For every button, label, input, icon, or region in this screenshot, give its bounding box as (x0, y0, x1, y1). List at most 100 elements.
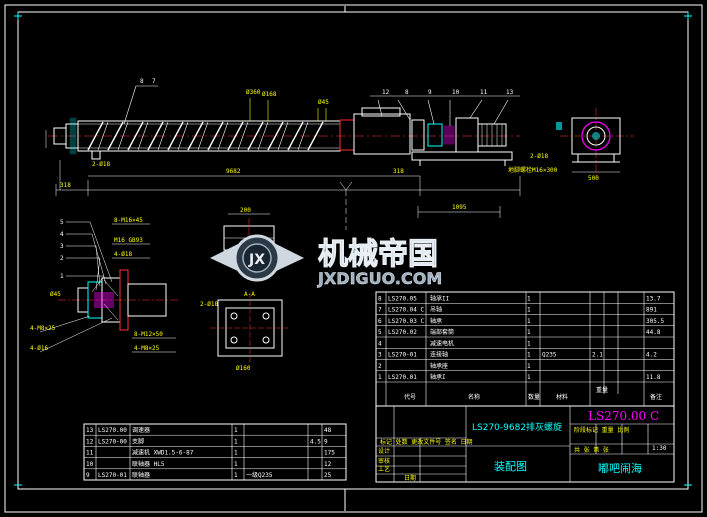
svg-text:4-M8×25: 4-M8×25 (30, 325, 56, 332)
bom-header-remark: 备注 (650, 393, 662, 401)
bom-cell: 轴承I (430, 373, 446, 381)
screw-conveyor-main-view: Ø360 Ø168 Ø45 9682 318 318 1095 2-Ø18 地脚… (45, 78, 558, 230)
svg-text:Ø160: Ø160 (236, 365, 251, 372)
svg-text:Ø360: Ø360 (246, 89, 261, 96)
assembly-drawing: Ø360 Ø168 Ø45 9682 318 318 1095 2-Ø18 地脚… (4, 4, 703, 513)
balloon-11: 11 (480, 89, 488, 96)
parts-cell: 一级Q235 (246, 471, 273, 479)
bom-cell: Q235 (542, 352, 557, 359)
bom-header-code: 代号 (404, 393, 416, 401)
parts-cell: 25 (324, 472, 332, 479)
parts-cell: 联轴器 HL5 (132, 460, 165, 468)
bom-cell: 1 (527, 307, 531, 314)
bill-of-materials: 8 LS270.05 轴承II 1 13.7 7 LS270.04 C 吊轴 1 891 6 LS27… (375, 291, 675, 407)
svg-text:阶段标记 重量 比例: 阶段标记 重量 比例 (574, 426, 629, 434)
section-label-5: 5 (60, 219, 64, 226)
svg-text:Ø45: Ø45 (318, 99, 329, 106)
bom-header-weight: 重量 (596, 386, 608, 394)
svg-text:8-M16×45: 8-M16×45 (114, 217, 143, 224)
bom-cell: 305.5 (646, 318, 664, 325)
bom-cell: 2 (378, 363, 382, 370)
balloon-13: 13 (506, 89, 514, 96)
svg-text:Ø45: Ø45 (50, 291, 61, 298)
svg-text:审核: 审核 (378, 457, 390, 465)
parts-cell: 1 (234, 438, 238, 445)
bom-header-material: 材料 (556, 393, 568, 401)
bom-cell: 1 (527, 374, 531, 381)
svg-text:500: 500 (588, 175, 599, 182)
svg-text:地脚螺栓M16×300: 地脚螺栓M16×300 (508, 166, 558, 174)
balloon-9: 9 (428, 89, 432, 96)
bom-cell: 5 (378, 329, 382, 336)
balloon-8b: 8 (405, 89, 409, 96)
bom-cell: 44.8 (646, 329, 661, 336)
scale-value: 1:30 (652, 445, 667, 452)
svg-text:M16 GB93: M16 GB93 (114, 237, 143, 244)
bom-cell: LS270.01 (388, 374, 417, 381)
drawing-number: LS270.00 C (588, 409, 659, 423)
section-label-2: 2 (60, 255, 64, 262)
svg-text:9682: 9682 (226, 168, 241, 175)
parts-cell: 10 (86, 461, 94, 468)
balloon-10: 10 (452, 89, 460, 96)
bom-cell: 减速电机 (430, 339, 454, 347)
bom-cell: 1 (527, 352, 531, 359)
parts-cell: 减速机 XWD1.5-6-87 (132, 449, 194, 457)
balloon-7: 7 (152, 78, 156, 85)
bom-cell: 8 (378, 295, 382, 302)
bom-cell: 891 (646, 307, 657, 314)
parts-cell: 1 (234, 461, 238, 468)
svg-text:标记 处数 更改文件号 签名 日期: 标记 处数 更改文件号 签名 日期 (380, 438, 472, 446)
bom-cell: LS270.04 C (388, 307, 425, 314)
drawing-title: LS270-9682排灰螺旋 (472, 421, 562, 433)
svg-text:4-Ø16: 4-Ø16 (30, 345, 48, 352)
bom-cell: 1 (378, 374, 382, 381)
svg-text:共 张 第 张: 共 张 第 张 (574, 446, 609, 454)
bom-cell: LS270.05 (388, 295, 417, 302)
bom-cell: 13.7 (646, 295, 661, 302)
svg-text:318: 318 (60, 182, 71, 189)
bom-cell: 1 (527, 363, 531, 370)
end-view: 500 (556, 108, 634, 182)
parts-cell: LS270-01 (98, 472, 127, 479)
svg-text:A-A: A-A (244, 291, 255, 298)
bom-cell: LS270-01 (388, 352, 417, 359)
bom-cell: 吊轴 (430, 306, 442, 314)
parts-cell: 9 (86, 472, 90, 479)
cad-viewport[interactable]: Ø360 Ø168 Ø45 9682 318 318 1095 2-Ø18 地脚… (0, 0, 707, 517)
svg-text:318: 318 (393, 168, 404, 175)
parts-cell: 13 (86, 427, 94, 434)
assembly-label: 装配图 (494, 460, 527, 473)
title-block: LS270.00 C LS270-9682排灰螺旋 装配图 嘟吧闹海 1:30 … (375, 405, 675, 483)
parts-cell: 9 (324, 438, 328, 445)
watermark: JX 机械帝国 JXDIGUO.COM (210, 234, 442, 288)
bom-cell: 11.8 (646, 374, 661, 381)
parts-cell: 调速器 (132, 426, 150, 434)
svg-text:2-Ø18: 2-Ø18 (530, 153, 548, 160)
parts-cell: 1 (234, 450, 238, 457)
svg-text:4-Ø18: 4-Ø18 (114, 251, 132, 258)
parts-cell: 4.5 (310, 438, 321, 445)
bom-cell: 6 (378, 318, 382, 325)
bom-cell: 4 (378, 340, 382, 347)
bom-cell: LS270.03 C (388, 318, 425, 325)
parts-cell: LS270-00 (98, 438, 127, 445)
parts-cell: LS270.00 (98, 427, 127, 434)
bom-cell: 连接轴 (430, 351, 448, 359)
bom-cell: 1 (527, 318, 531, 325)
bearing-section-detail: 5 4 3 2 1 8-M16×45 M16 GB93 4-Ø18 4-M8×2… (30, 217, 178, 353)
bom-cell: 轴承 (430, 317, 442, 325)
bom-cell: 轴承座 (430, 362, 448, 370)
watermark-cn: 机械帝国 (318, 237, 438, 272)
company-name: 嘟吧闹海 (598, 461, 642, 475)
bom-cell: 4.2 (646, 352, 657, 359)
parts-cell: 48 (324, 427, 332, 434)
section-label-3: 3 (60, 243, 64, 250)
svg-text:日期: 日期 (404, 474, 416, 482)
svg-text:1095: 1095 (452, 204, 467, 211)
bom-cell: 3 (378, 352, 382, 359)
bom-cell: 轴承II (430, 294, 450, 302)
watermark-en: JXDIGUO.COM (317, 269, 442, 288)
bom-cell: 1 (527, 329, 531, 336)
parts-cell: 11 (86, 450, 94, 457)
